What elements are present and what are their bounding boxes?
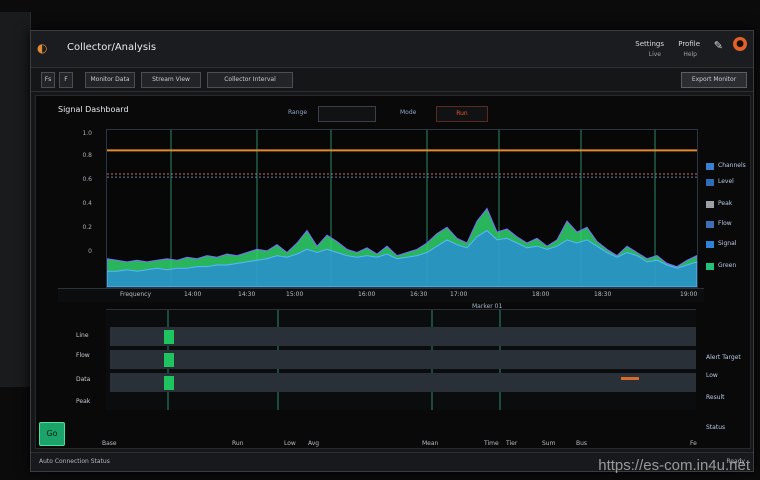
lane-label: Line [76, 332, 89, 339]
x-tick: 18:00 [532, 291, 550, 298]
bottom-tick: Low [284, 440, 296, 447]
x-tick: 19:00 [680, 291, 698, 298]
track-lane[interactable] [110, 373, 696, 392]
track-legend-item: Low [706, 372, 718, 379]
bottom-tick: Run [232, 440, 244, 447]
x-tick: 18:30 [594, 291, 612, 298]
toolbar-btn-fs[interactable]: Fs [41, 72, 55, 88]
bottom-tick: Time [484, 440, 499, 447]
app-title: Collector/Analysis [67, 42, 157, 53]
title-bar: ◐ Collector/Analysis Settings Live Profi… [31, 31, 753, 68]
track-event-marker[interactable] [164, 353, 174, 367]
bottom-tick: Tier [506, 440, 518, 447]
bottom-tick: Avg [308, 440, 320, 447]
track-legend-item: Result [706, 394, 725, 401]
x-tick: Frequency [120, 291, 151, 298]
lane-label: Data [76, 376, 91, 383]
track-alert-marker[interactable] [621, 377, 639, 380]
toolbar-btn-f[interactable]: F [59, 72, 73, 88]
bottom-tick: Mean [422, 440, 439, 447]
pencil-icon[interactable]: ✎ [714, 39, 723, 52]
track-lane[interactable] [110, 350, 696, 369]
track-panel[interactable] [106, 309, 696, 410]
help-link[interactable]: Help [683, 51, 697, 58]
track-event-marker[interactable] [164, 376, 174, 390]
watermark-text: https://es-com.in4u.net [598, 457, 750, 474]
toolbar-btn-monitor[interactable]: Monitor Data [85, 72, 135, 88]
app-icon: ◐ [37, 41, 48, 55]
bottom-tick: Sum [542, 440, 556, 447]
x-tick: 14:00 [184, 291, 202, 298]
track-legend-item: Status [706, 424, 726, 431]
legend-item[interactable]: Channels [718, 162, 746, 169]
legend-item[interactable]: Peak [718, 200, 732, 207]
track-legend-item: Alert Target [706, 354, 741, 361]
status-text: Auto Connection Status [39, 458, 110, 465]
export-monitor-button[interactable]: Export Monitor [681, 72, 747, 88]
bottom-tick: Fe [690, 440, 697, 447]
green-action-button[interactable]: Go [39, 422, 65, 446]
legend-swatch [706, 163, 714, 170]
y-tick: 1.0 [82, 130, 92, 137]
toolbar-btn-stream[interactable]: Stream View [141, 72, 201, 88]
x-tick: 15:00 [286, 291, 304, 298]
x-axis-bar: Frequency 14:00 14:30 15:00 16:00 16:30 … [58, 288, 704, 302]
x-tick: 17:00 [450, 291, 468, 298]
background-window [0, 12, 31, 387]
legend-swatch [706, 241, 714, 248]
legend-item[interactable]: Signal [718, 240, 736, 247]
live-label: Live [648, 51, 661, 58]
track-lane[interactable] [110, 327, 696, 346]
y-tick: 0.2 [82, 224, 92, 231]
legend-item[interactable]: Flow [718, 220, 732, 227]
y-tick: 0.6 [82, 176, 92, 183]
toolbar-btn-interval[interactable]: Collector Interval [207, 72, 293, 88]
panel-title: Signal Dashboard [58, 105, 129, 114]
signal-chart[interactable] [106, 129, 698, 288]
legend-swatch [706, 221, 714, 228]
brand-logo-icon[interactable]: ● [733, 37, 747, 51]
mode-label: Mode [400, 109, 417, 116]
dashboard-panel: Signal Dashboard Range Mode Run 1.0 0.8 … [35, 95, 751, 449]
x-tick: 14:30 [238, 291, 256, 298]
main-window: ◐ Collector/Analysis Settings Live Profi… [30, 30, 754, 472]
legend-swatch [706, 263, 714, 270]
track-event-marker[interactable] [164, 330, 174, 344]
lane-label: Peak [76, 398, 91, 405]
x-tick: 16:30 [410, 291, 428, 298]
bottom-tick: Base [102, 440, 117, 447]
range-select[interactable] [318, 106, 376, 122]
chart-svg [107, 130, 697, 287]
settings-button[interactable]: Settings [632, 37, 667, 51]
x-tick: 16:00 [358, 291, 376, 298]
legend-swatch [706, 201, 714, 208]
legend-item[interactable]: Level [718, 178, 734, 185]
toolbar: Fs F Monitor Data Stream View Collector … [31, 69, 753, 92]
y-tick: 0.8 [82, 152, 92, 159]
bottom-tick: Bus [576, 440, 588, 447]
range-label: Range [288, 109, 308, 116]
profile-button[interactable]: Profile [675, 37, 703, 51]
mode-select[interactable]: Run [436, 106, 488, 122]
legend-item[interactable]: Green [718, 262, 736, 269]
legend-swatch [706, 179, 714, 186]
y-tick: 0.4 [82, 200, 92, 207]
y-tick: 0 [88, 248, 92, 255]
lane-label: Flow [76, 352, 90, 359]
